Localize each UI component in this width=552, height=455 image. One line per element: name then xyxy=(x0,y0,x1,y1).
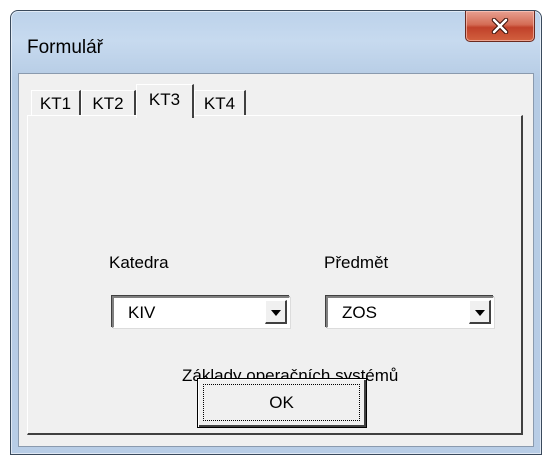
dropdown-arrow-icon xyxy=(270,303,281,321)
tab-kt3[interactable]: KT3 xyxy=(136,84,194,118)
predmet-dropdown-button[interactable] xyxy=(469,300,491,324)
window-title: Formulář xyxy=(27,37,104,58)
close-icon xyxy=(491,18,509,34)
tab-label: KT4 xyxy=(203,94,236,113)
predmet-select[interactable]: ZOS xyxy=(326,296,494,328)
tab-kt4[interactable]: KT4 xyxy=(194,90,246,116)
tab-label: KT2 xyxy=(92,94,124,113)
ok-button-label: OK xyxy=(269,392,294,412)
tab-label: KT3 xyxy=(148,90,181,109)
katedra-dropdown-button[interactable] xyxy=(265,300,287,324)
dialog-window: Formulář KT1 KT2 KT3 KT4 Katedra Předmět… xyxy=(10,10,542,455)
form-client-area: KT1 KT2 KT3 KT4 Katedra Předmět KIV ZOS … xyxy=(18,73,534,447)
tab-kt2[interactable]: KT2 xyxy=(81,90,136,116)
katedra-label: Katedra xyxy=(109,253,169,272)
katedra-select-value: KIV xyxy=(128,303,156,322)
close-button[interactable] xyxy=(465,11,535,42)
tab-kt1[interactable]: KT1 xyxy=(31,90,81,116)
predmet-label: Předmět xyxy=(324,253,389,272)
predmet-select-value: ZOS xyxy=(342,303,377,322)
tab-label: KT1 xyxy=(39,94,72,113)
dropdown-arrow-icon xyxy=(474,303,485,321)
katedra-select[interactable]: KIV xyxy=(112,296,290,328)
focus-rectangle: OK xyxy=(203,384,360,421)
title-bar[interactable]: Formulář xyxy=(11,11,541,65)
ok-button[interactable]: OK xyxy=(197,378,367,428)
